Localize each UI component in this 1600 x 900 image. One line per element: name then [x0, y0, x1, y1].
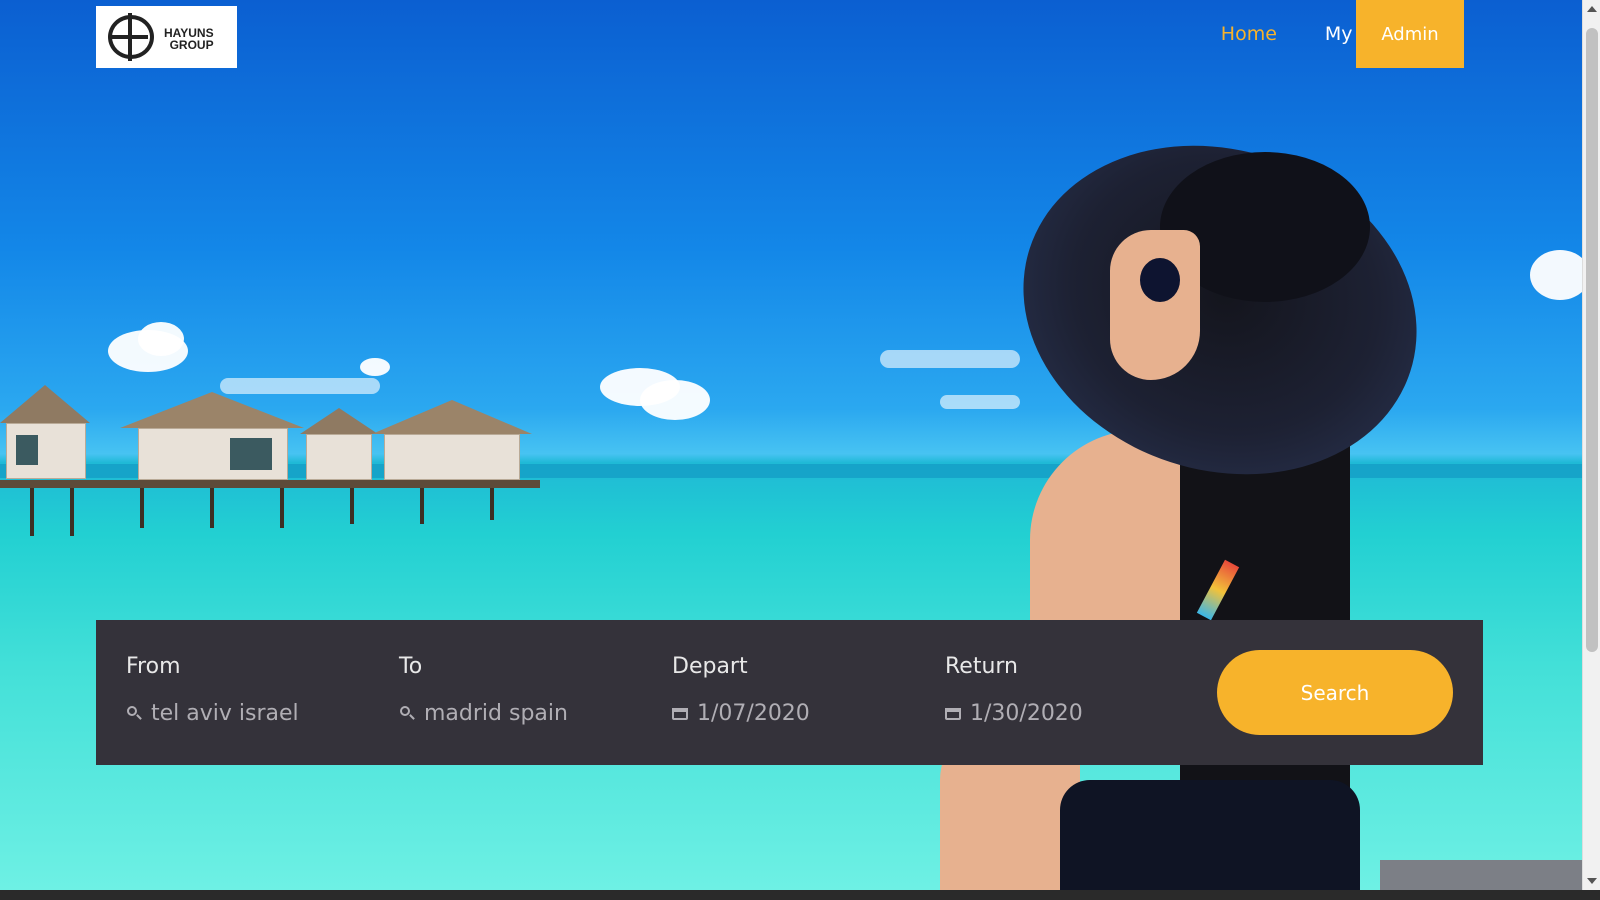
stilt — [70, 488, 74, 536]
nav-home-link[interactable]: Home — [1221, 23, 1277, 45]
calendar-icon — [672, 705, 688, 721]
pier-deck — [0, 480, 540, 488]
swimsuit-bottom — [1060, 780, 1360, 890]
return-label: Return — [945, 653, 1019, 679]
logo-icon — [104, 13, 158, 61]
water-hut — [372, 400, 532, 480]
water-hut — [0, 385, 90, 480]
cloud — [138, 322, 184, 356]
cloud — [360, 358, 390, 376]
cloud — [1530, 250, 1582, 300]
logo-line2: GROUP — [169, 38, 214, 52]
stilt — [210, 488, 214, 528]
stilt — [140, 488, 144, 528]
from-input[interactable]: tel aviv israel — [126, 701, 399, 726]
cloud — [640, 380, 710, 420]
cloud — [880, 350, 1020, 368]
stilt — [420, 488, 424, 524]
to-field: To madrid spain — [399, 648, 672, 738]
water-hut — [120, 392, 304, 480]
from-label: From — [126, 653, 181, 679]
scroll-thumb[interactable] — [1586, 28, 1598, 652]
scroll-down-icon[interactable] — [1587, 878, 1597, 884]
scroll-up-icon[interactable] — [1587, 6, 1597, 12]
from-value: tel aviv israel — [151, 700, 299, 726]
to-label: To — [399, 653, 423, 679]
return-field: Return 1/30/2020 — [945, 648, 1218, 738]
search-button[interactable]: Search — [1217, 650, 1453, 735]
depart-field: Depart 1/07/2020 — [672, 648, 945, 738]
water-hut — [300, 408, 378, 480]
search-icon — [126, 705, 142, 721]
depart-label: Depart — [672, 653, 748, 679]
from-field: From tel aviv israel — [126, 648, 399, 738]
to-value: madrid spain — [424, 700, 568, 726]
return-date-input[interactable]: 1/30/2020 — [945, 701, 1218, 726]
logo-text: HAYUNS GROUP — [164, 27, 214, 51]
vertical-scrollbar[interactable] — [1582, 0, 1600, 890]
depart-date-input[interactable]: 1/07/2020 — [672, 701, 945, 726]
stilt — [30, 488, 34, 536]
woman-face-front — [1110, 230, 1200, 380]
return-value: 1/30/2020 — [970, 700, 1083, 726]
brand-logo[interactable]: HAYUNS GROUP — [96, 6, 237, 68]
admin-button[interactable]: Admin — [1356, 0, 1464, 68]
stilt — [490, 488, 494, 520]
depart-value: 1/07/2020 — [697, 700, 810, 726]
cloud — [940, 395, 1020, 409]
sunglasses — [1140, 258, 1180, 302]
stilt — [350, 488, 354, 524]
flight-search-panel: From tel aviv israel To madrid spain Dep… — [96, 620, 1483, 765]
search-icon — [399, 705, 415, 721]
calendar-icon — [945, 705, 961, 721]
to-input[interactable]: madrid spain — [399, 701, 672, 726]
dock — [1380, 860, 1582, 890]
bottom-edge — [0, 890, 1600, 900]
stilt — [280, 488, 284, 528]
